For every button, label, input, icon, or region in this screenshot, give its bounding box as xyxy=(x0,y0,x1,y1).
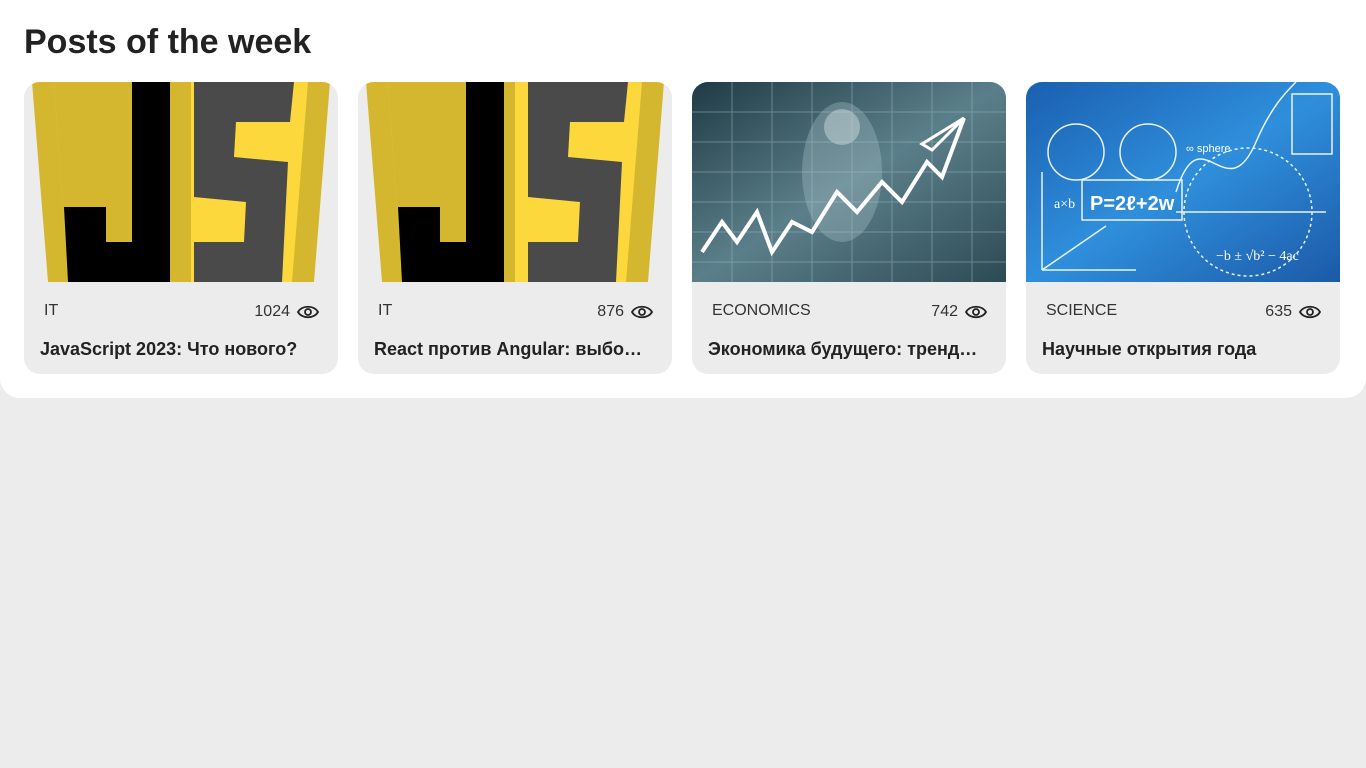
math-formulas-board-image: P=2ℓ+2w −b ± √b² − 4ac ∞ sphere a×b xyxy=(1026,82,1340,282)
post-meta: IT 1024 xyxy=(24,302,338,322)
post-views: 1024 xyxy=(254,302,320,322)
javascript-logo-image xyxy=(358,82,672,282)
eye-icon xyxy=(630,305,654,319)
post-meta: ECONOMICS 742 xyxy=(692,302,1006,322)
post-category: IT xyxy=(378,302,393,319)
posts-panel: Posts of the week IT 1024 JavaScript 202… xyxy=(0,0,1366,398)
svg-text:a×b: a×b xyxy=(1054,197,1075,212)
economics-growth-chart-image xyxy=(692,82,1006,282)
views-count: 876 xyxy=(597,303,624,320)
svg-text:∞ sphere: ∞ sphere xyxy=(1186,143,1231,155)
views-count: 742 xyxy=(931,303,958,320)
post-title[interactable]: React против Angular: выбор фреймворка xyxy=(374,338,644,360)
views-count: 635 xyxy=(1265,303,1292,320)
post-category: SCIENCE xyxy=(1046,302,1118,319)
post-meta: SCIENCE 635 xyxy=(1026,302,1340,322)
post-views: 635 xyxy=(1265,302,1322,322)
views-count: 1024 xyxy=(254,303,290,320)
post-title[interactable]: JavaScript 2023: Что нового? xyxy=(40,338,310,360)
post-cards: IT 1024 JavaScript 2023: Что нового? IT … xyxy=(24,82,1340,374)
post-meta: IT 876 xyxy=(358,302,672,322)
post-card[interactable]: ECONOMICS 742 Экономика будущего: тренды… xyxy=(692,82,1006,374)
post-card[interactable]: IT 876 React против Angular: выбор фрейм… xyxy=(358,82,672,374)
eye-icon xyxy=(296,305,320,319)
post-views: 742 xyxy=(931,302,988,322)
post-title[interactable]: Экономика будущего: тренды и прогнозы xyxy=(708,338,978,360)
post-views: 876 xyxy=(597,302,654,322)
post-title[interactable]: Научные открытия года xyxy=(1042,338,1312,360)
post-card[interactable]: IT 1024 JavaScript 2023: Что нового? xyxy=(24,82,338,374)
eye-icon xyxy=(964,305,988,319)
post-category: ECONOMICS xyxy=(712,302,811,319)
post-category: IT xyxy=(44,302,59,319)
post-card[interactable]: P=2ℓ+2w −b ± √b² − 4ac ∞ sphere a×b SCIE… xyxy=(1026,82,1340,374)
section-title: Posts of the week xyxy=(24,23,312,61)
svg-text:−b ± √b² − 4ac: −b ± √b² − 4ac xyxy=(1216,249,1299,264)
eye-icon xyxy=(1298,305,1322,319)
svg-text:P=2ℓ+2w: P=2ℓ+2w xyxy=(1090,193,1175,215)
javascript-logo-image xyxy=(24,82,338,282)
